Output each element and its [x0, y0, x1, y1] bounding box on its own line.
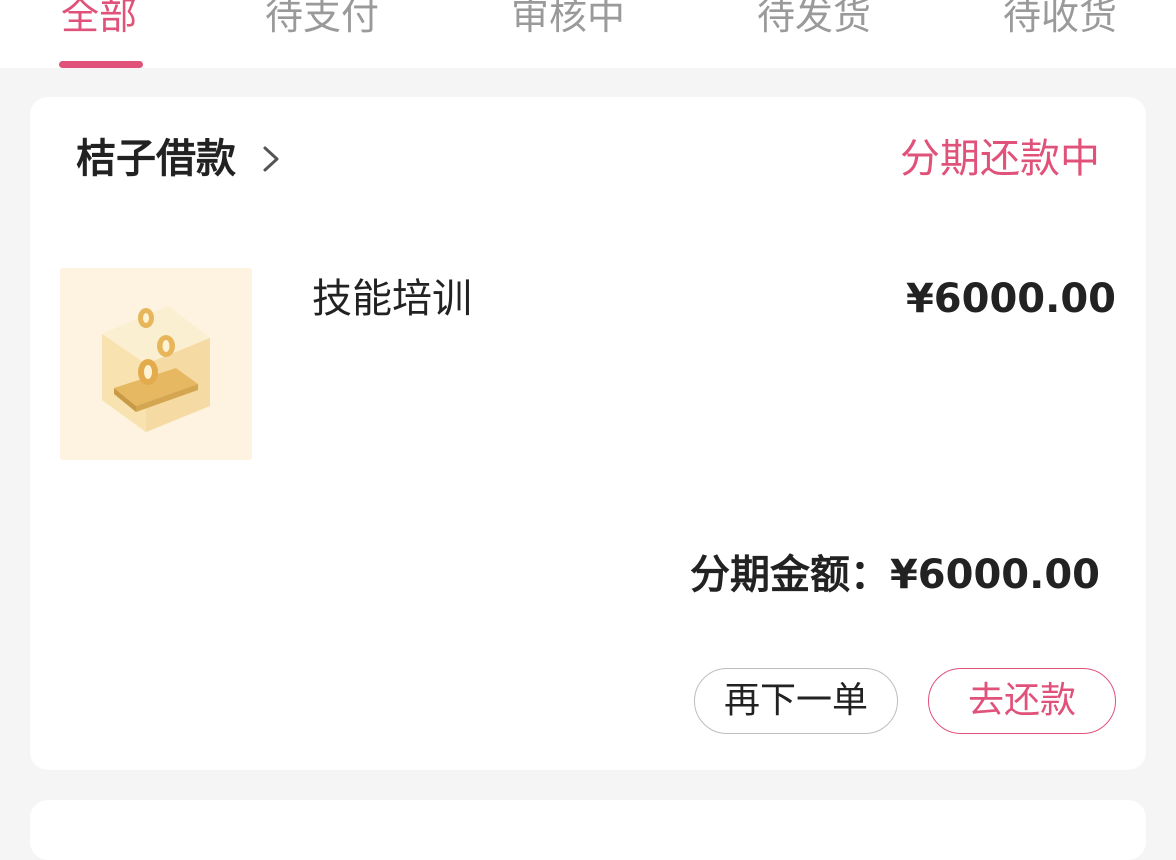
order-status: 分期还款中 [900, 136, 1100, 182]
coin-box-icon [60, 268, 252, 460]
product-price: ¥6000.00 [905, 276, 1116, 322]
merchant-name: 桔子借款 [76, 136, 236, 182]
tab-all[interactable]: 全部 [61, 0, 137, 46]
chevron-right-icon [258, 146, 284, 172]
active-tab-indicator [59, 61, 143, 68]
tab-under-review[interactable]: 审核中 [511, 0, 625, 46]
order-tabs: 全部 待支付 审核中 待发货 待收货 [0, 0, 1176, 68]
repay-button[interactable]: 去还款 [928, 668, 1116, 734]
order-card[interactable]: 桔子借款 分期还款中 技能培训 ¥6000.00 分期金额：¥6000.00 再… [30, 97, 1146, 770]
installment-amount: 分期金额：¥6000.00 [689, 552, 1100, 598]
tab-pending-payment[interactable]: 待支付 [265, 0, 379, 46]
product-name: 技能培训 [312, 276, 472, 322]
tab-pending-receipt[interactable]: 待收货 [1003, 0, 1117, 46]
next-order-card[interactable] [30, 800, 1146, 860]
reorder-button[interactable]: 再下一单 [694, 668, 898, 734]
tab-pending-shipment[interactable]: 待发货 [757, 0, 871, 46]
product-image [60, 268, 252, 460]
merchant-link[interactable]: 桔子借款 [76, 131, 284, 187]
